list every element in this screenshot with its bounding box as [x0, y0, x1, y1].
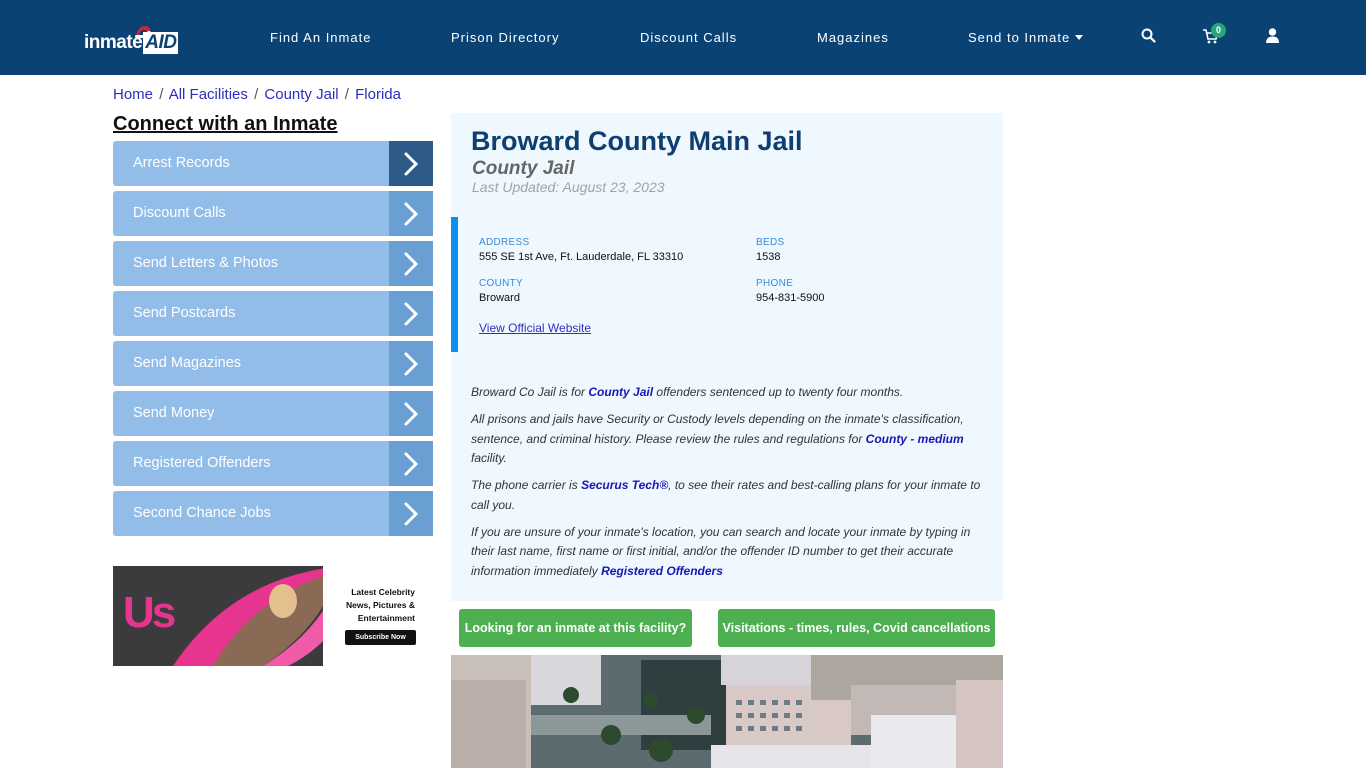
chevron-right-icon — [389, 491, 433, 536]
breadcrumb-all-facilities[interactable]: All Facilities — [169, 86, 248, 103]
nav-prison-directory[interactable]: Prison Directory — [451, 30, 559, 45]
registered-offenders-link[interactable]: Registered Offenders — [601, 564, 723, 578]
description-paragraph: The phone carrier is Securus Tech®, to s… — [471, 476, 986, 515]
cart-count-badge: 0 — [1211, 23, 1226, 38]
description-text: Broward Co Jail is for — [471, 385, 589, 399]
caret-down-icon — [1075, 35, 1084, 40]
breadcrumb: Home / All Facilities / County Jail / Fl… — [113, 86, 401, 103]
sidebar-item-label: Send Magazines — [133, 355, 242, 371]
breadcrumb-separator: / — [344, 86, 349, 103]
breadcrumb-separator: / — [254, 86, 259, 103]
chevron-right-icon — [389, 441, 433, 486]
facility-panel: Broward County Main Jail County Jail Las… — [451, 113, 1003, 601]
beds-value: 1538 — [756, 251, 781, 263]
chevron-right-icon — [389, 241, 433, 286]
top-navbar: inmate AID Find An Inmate Prison Director… — [0, 0, 1366, 75]
description-text: The phone carrier is — [471, 478, 582, 492]
sidebar-item-send-postcards[interactable]: Send Postcards — [113, 291, 433, 336]
ad-headline-line: Latest Celebrity — [351, 587, 415, 597]
nav-send-to-inmate-label: Send to Inmate — [968, 30, 1071, 45]
breadcrumb-florida[interactable]: Florida — [355, 86, 401, 103]
beds-label: BEDS — [756, 237, 785, 248]
county-medium-link[interactable]: County - medium — [866, 432, 964, 446]
description-text: offenders sentenced up to twenty four mo… — [653, 385, 904, 399]
inmateaid-logo[interactable]: inmate AID — [84, 22, 184, 56]
chevron-right-icon — [389, 191, 433, 236]
chevron-right-icon — [389, 341, 433, 386]
chevron-right-icon — [389, 141, 433, 186]
find-inmate-at-facility-button[interactable]: Looking for an inmate at this facility? — [459, 609, 692, 647]
nav-magazines[interactable]: Magazines — [817, 30, 889, 45]
user-icon[interactable] — [1266, 28, 1279, 43]
nav-send-to-inmate[interactable]: Send to Inmate — [968, 30, 1084, 45]
phone-label: PHONE — [756, 278, 794, 289]
sidebar-item-label: Registered Offenders — [133, 455, 271, 471]
ad-headline: Latest Celebrity News, Pictures & Entert… — [346, 586, 415, 625]
description-text: facility. — [471, 451, 507, 465]
description-paragraph: Broward Co Jail is for County Jail offen… — [471, 383, 986, 403]
ad-headline-line: News, Pictures & — [346, 600, 415, 610]
chevron-right-icon — [389, 391, 433, 436]
facility-info-box: ADDRESS 555 SE 1st Ave, Ft. Lauderdale, … — [451, 217, 1003, 352]
breadcrumb-separator: / — [159, 86, 164, 103]
phone-value: 954-831-5900 — [756, 292, 825, 304]
sidebar-item-send-letters-photos[interactable]: Send Letters & Photos — [113, 241, 433, 286]
ad-brand-logo: Us — [123, 588, 176, 637]
breadcrumb-home[interactable]: Home — [113, 86, 153, 103]
sidebar-item-send-magazines[interactable]: Send Magazines — [113, 341, 433, 386]
sidebar-menu: Arrest Records Discount Calls Send Lette… — [113, 141, 433, 541]
sidebar-item-label: Send Money — [133, 405, 215, 421]
sidebar-item-label: Send Postcards — [133, 305, 236, 321]
chevron-right-icon — [389, 291, 433, 336]
search-icon[interactable] — [1141, 28, 1156, 43]
last-updated: Last Updated: August 23, 2023 — [472, 179, 665, 195]
sidebar-item-second-chance-jobs[interactable]: Second Chance Jobs — [113, 491, 433, 536]
sidebar-item-label: Discount Calls — [133, 205, 226, 221]
sidebar-item-label: Send Letters & Photos — [133, 255, 279, 271]
county-label: COUNTY — [479, 278, 524, 289]
ad-headline-line: Entertainment — [357, 613, 415, 623]
facility-description: Broward Co Jail is for County Jail offen… — [471, 383, 986, 589]
facility-type: County Jail — [472, 158, 575, 179]
sidebar-item-arrest-records[interactable]: Arrest Records — [113, 141, 433, 186]
logo-wordmark: inmate AID — [84, 32, 179, 54]
nav-discount-calls[interactable]: Discount Calls — [640, 30, 737, 45]
sidebar-title: Connect with an Inmate — [113, 113, 338, 135]
county-jail-link[interactable]: County Jail — [588, 385, 653, 399]
view-official-website-link[interactable]: View Official Website — [479, 321, 591, 335]
address-label: ADDRESS — [479, 237, 530, 248]
securus-tech-link[interactable]: Securus Tech® — [581, 478, 668, 492]
sidebar-item-label: Second Chance Jobs — [133, 505, 271, 521]
county-value: Broward — [479, 292, 520, 304]
visitations-button[interactable]: Visitations - times, rules, Covid cancel… — [718, 609, 995, 647]
description-paragraph: All prisons and jails have Security or C… — [471, 410, 986, 469]
sidebar-item-discount-calls[interactable]: Discount Calls — [113, 191, 433, 236]
facility-photo-image — [451, 655, 1003, 768]
us-weekly-ad-banner[interactable]: Us Latest Celebrity News, Pictures & Ent… — [113, 566, 420, 666]
nav-find-an-inmate[interactable]: Find An Inmate — [270, 30, 371, 45]
facility-aerial-photo — [451, 655, 1003, 768]
sidebar-item-label: Arrest Records — [133, 155, 230, 171]
breadcrumb-county-jail[interactable]: County Jail — [264, 86, 338, 103]
logo-accent: AID — [143, 32, 179, 54]
address-value: 555 SE 1st Ave, Ft. Lauderdale, FL 33310 — [479, 251, 684, 263]
logo-text: inmate — [84, 32, 143, 53]
description-paragraph: If you are unsure of your inmate's locat… — [471, 523, 986, 582]
sidebar-item-send-money[interactable]: Send Money — [113, 391, 433, 436]
facility-name: Broward County Main Jail — [471, 126, 803, 156]
sidebar-item-registered-offenders[interactable]: Registered Offenders — [113, 441, 433, 486]
ad-subscribe-button[interactable]: Subscribe Now — [345, 630, 416, 645]
